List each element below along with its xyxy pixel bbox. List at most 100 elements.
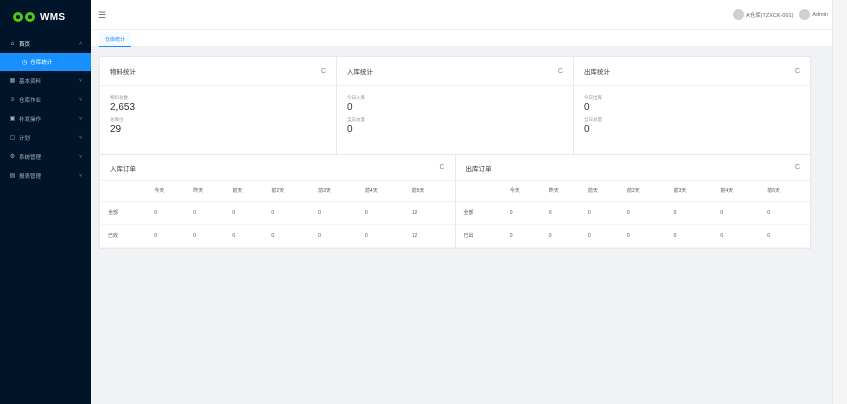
table-row: 全部 0 0 0 0 0 0 12 xyxy=(100,201,455,225)
main-content: 物料统计 C 物料总数 2,653 总库位 29 入库统计 C 今日入库 0 当… xyxy=(99,56,811,249)
column-header: 前4天 xyxy=(716,181,764,202)
sidebar-item-label: 补发操作 xyxy=(19,116,42,123)
card-body: 物料总数 2,653 总库位 29 xyxy=(100,86,336,146)
clock-icon: ◷ xyxy=(22,59,28,66)
home-icon: ⌂ xyxy=(10,40,15,47)
table-cell: 0 xyxy=(622,224,670,248)
card-body: 今日出库 0 当日总量 0 xyxy=(574,86,810,146)
sidebar: WMS ⌂ 首页 ˄ ◷ 仓库统计 ▦ 基本资料 ˅ ≡ 仓库作业 ˅ ▣ 补发… xyxy=(0,0,91,404)
user-area: A仓库(TZXCK-001) Admin xyxy=(733,9,828,20)
warehouse-avatar xyxy=(733,9,745,20)
table-cell: 0 xyxy=(622,201,670,225)
sidebar-nav: ⌂ 首页 ˄ ◷ 仓库统计 ▦ 基本资料 ˅ ≡ 仓库作业 ˅ ▣ 补发操作 ˅… xyxy=(0,34,91,185)
table-cell: 0 xyxy=(583,224,623,248)
table-cell: 0 xyxy=(150,201,190,225)
column-header: 前2天 xyxy=(622,181,670,202)
chart-icon: ▤ xyxy=(9,173,16,179)
table-row: 已收 0 0 0 0 0 0 12 xyxy=(100,224,455,248)
card-title: 入库统计 xyxy=(347,69,373,76)
vertical-scrollbar[interactable] xyxy=(832,0,847,404)
sidebar-item-label: 系统管理 xyxy=(19,154,42,161)
table-cell: 0 xyxy=(505,201,545,225)
document-icon: ▢ xyxy=(9,135,16,141)
card-body: 今日入库 0 当日总量 0 xyxy=(337,86,573,146)
logo-text: WMS xyxy=(40,11,66,23)
column-header: 前3天 xyxy=(669,181,717,202)
table-cell: 0 xyxy=(716,201,764,225)
card-header: 入库统计 C xyxy=(337,57,573,86)
tabs-bar: 仓库统计 xyxy=(91,30,832,47)
sidebar-subitem-warehouse-stats[interactable]: ◷ 仓库统计 xyxy=(0,53,91,71)
table-cell: 0 xyxy=(228,201,268,225)
material-stats-card: 物料统计 C 物料总数 2,653 总库位 29 xyxy=(100,57,337,154)
sidebar-item-plan[interactable]: ▢ 计划 ˅ xyxy=(0,128,91,147)
table-row: 已出 0 0 0 0 0 0 0 xyxy=(455,224,810,248)
row-label: 已收 xyxy=(100,224,151,248)
card-title: 入库订单 xyxy=(110,165,136,173)
outbound-orders-table: 今天 昨天 前天 前2天 前3天 前4天 前5天 全部 0 0 0 0 0 0 … xyxy=(455,181,810,248)
column-header: 前天 xyxy=(228,181,268,202)
column-header xyxy=(455,181,506,202)
table-cell: 0 xyxy=(150,224,190,248)
logo-icon xyxy=(13,12,35,22)
column-header: 前3天 xyxy=(314,181,361,202)
sidebar-item-label: 仓库作业 xyxy=(19,97,42,104)
menu-fold-icon[interactable]: ☰ xyxy=(98,10,106,21)
avatar xyxy=(799,9,811,20)
chevron-down-icon: ˅ xyxy=(79,172,82,179)
card-title: 出库订单 xyxy=(465,165,492,173)
stat-label: 今日出库 xyxy=(584,95,602,100)
table-cell: 0 xyxy=(669,201,717,225)
table-header-row: 今天 昨天 前天 前2天 前3天 前4天 前5天 xyxy=(455,181,810,202)
chevron-down-icon: ˅ xyxy=(79,134,82,141)
row-label: 全部 xyxy=(100,201,151,225)
table-cell: 0 xyxy=(360,224,408,248)
chevron-down-icon: ˅ xyxy=(79,153,82,160)
card-header: 出库统计 C xyxy=(574,57,810,86)
sidebar-item-system[interactable]: ⚙ 系统管理 ˅ xyxy=(0,147,91,166)
inbound-orders-card: 入库订单 C 今天 昨天 前天 前2天 前3天 前4天 前5天 全部 0 0 0… xyxy=(100,155,456,248)
table-cell: 0 xyxy=(267,201,315,225)
refresh-icon[interactable]: C xyxy=(558,68,563,75)
row-label: 已出 xyxy=(455,224,506,248)
sidebar-item-reports[interactable]: ▤ 报表管理 ˅ xyxy=(0,166,91,185)
user-menu[interactable]: Admin xyxy=(799,9,828,20)
sidebar-item-warehouse-ops[interactable]: ≡ 仓库作业 ˅ xyxy=(0,90,91,109)
chevron-down-icon: ˅ xyxy=(79,115,82,122)
table-cell: 0 xyxy=(189,224,229,248)
column-header xyxy=(100,181,151,202)
warehouse-switcher[interactable]: A仓库(TZXCK-001) xyxy=(733,9,793,20)
chevron-down-icon: ˅ xyxy=(79,77,82,84)
chevron-up-icon: ˄ xyxy=(79,40,82,47)
refresh-icon[interactable]: C xyxy=(439,164,444,171)
logo[interactable]: WMS xyxy=(0,0,91,34)
sidebar-item-reissue[interactable]: ▣ 补发操作 ˅ xyxy=(0,109,91,128)
outbound-orders-card: 出库订单 C 今天 昨天 前天 前2天 前3天 前4天 前5天 全部 0 0 0… xyxy=(455,155,810,248)
card-header: 物料统计 C xyxy=(100,57,336,86)
sidebar-item-basic-data[interactable]: ▦ 基本资料 ˅ xyxy=(0,71,91,90)
refresh-icon[interactable]: C xyxy=(795,164,800,171)
orders-row: 入库订单 C 今天 昨天 前天 前2天 前3天 前4天 前5天 全部 0 0 0… xyxy=(99,155,811,249)
table-cell: 0 xyxy=(669,224,717,248)
table-cell: 0 xyxy=(267,224,315,248)
top-header: ☰ A仓库(TZXCK-001) Admin xyxy=(91,0,832,30)
stat-label: 今日入库 xyxy=(347,95,365,100)
column-header: 前2天 xyxy=(267,181,315,202)
stat-label: 物料总数 xyxy=(110,95,128,100)
stats-row: 物料统计 C 物料总数 2,653 总库位 29 入库统计 C 今日入库 0 当… xyxy=(99,56,811,155)
sidebar-item-label: 基本资料 xyxy=(19,78,42,85)
table-cell: 0 xyxy=(189,201,229,225)
column-header: 前4天 xyxy=(360,181,408,202)
tab-warehouse-stats[interactable]: 仓库统计 xyxy=(99,32,132,47)
refresh-icon[interactable]: C xyxy=(321,68,326,75)
stat-value: 0 xyxy=(584,102,590,113)
table-cell: 12 xyxy=(407,224,455,248)
grid-icon: ▦ xyxy=(9,78,16,84)
outbound-stats-card: 出库统计 C 今日出库 0 当日总量 0 xyxy=(574,57,810,154)
card-title: 出库统计 xyxy=(584,69,610,76)
refresh-icon[interactable]: C xyxy=(795,68,800,75)
sidebar-item-label: 报表管理 xyxy=(19,173,42,180)
stat-value: 0 xyxy=(584,124,590,135)
sidebar-item-home[interactable]: ⌂ 首页 ˄ xyxy=(0,34,91,53)
inbound-orders-table: 今天 昨天 前天 前2天 前3天 前4天 前5天 全部 0 0 0 0 0 0 … xyxy=(100,181,455,248)
